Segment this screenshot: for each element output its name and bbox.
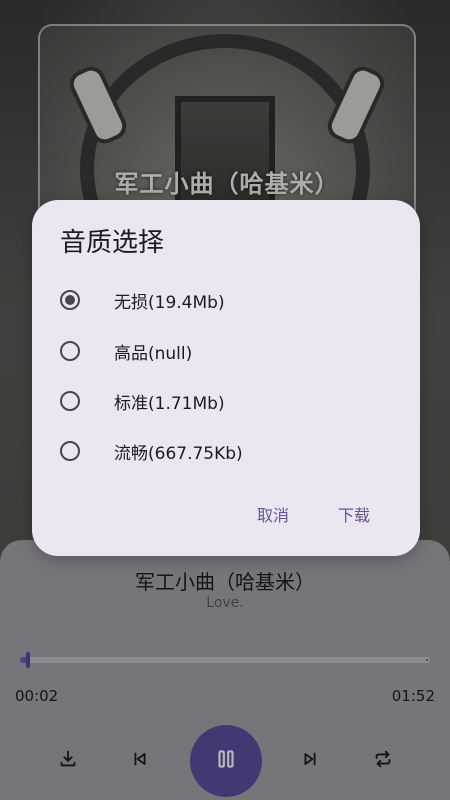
option-label: 无损(19.4Mb)	[114, 292, 225, 313]
radio-icon[interactable]	[60, 290, 80, 310]
option-label: 流畅(667.75Kb)	[114, 443, 243, 464]
quality-dialog: 音质选择 无损(19.4Mb) 高品(null) 标准(1.71Mb) 流畅(6…	[32, 200, 420, 556]
radio-icon[interactable]	[60, 391, 80, 411]
option-label: 标准(1.71Mb)	[114, 393, 225, 414]
radio-icon[interactable]	[60, 341, 80, 361]
quality-option-high[interactable]: 高品(null)	[56, 331, 396, 371]
cancel-button[interactable]: 取消	[257, 502, 289, 526]
option-label: 高品(null)	[114, 343, 193, 364]
radio-selected-dot	[65, 295, 75, 305]
quality-option-lossless[interactable]: 无损(19.4Mb)	[56, 280, 396, 320]
quality-option-smooth[interactable]: 流畅(667.75Kb)	[56, 431, 396, 471]
dialog-title: 音质选择	[60, 228, 165, 258]
quality-option-standard[interactable]: 标准(1.71Mb)	[56, 381, 396, 421]
radio-icon[interactable]	[60, 441, 80, 461]
download-confirm-button[interactable]: 下载	[338, 502, 370, 526]
